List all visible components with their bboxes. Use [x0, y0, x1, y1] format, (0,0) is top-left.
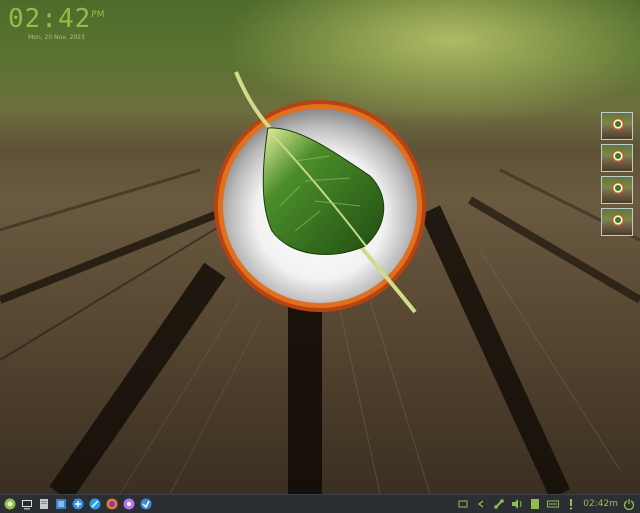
workspace-3[interactable] — [601, 176, 633, 204]
volume-icon[interactable] — [510, 497, 524, 511]
text-editor-icon[interactable] — [54, 497, 68, 511]
web-browser-icon[interactable] — [88, 497, 102, 511]
app-menu-icon[interactable] — [3, 497, 17, 511]
taskbar: 02:42m — [0, 494, 640, 513]
terminal-icon[interactable] — [20, 497, 34, 511]
file-manager-icon[interactable] — [37, 497, 51, 511]
system-tray: 02:42m — [452, 495, 636, 513]
window-list-icon[interactable] — [456, 497, 470, 511]
keyboard-icon[interactable] — [546, 497, 560, 511]
workspace-2[interactable] — [601, 144, 633, 172]
settings-icon[interactable] — [71, 497, 85, 511]
workspace-4[interactable] — [601, 208, 633, 236]
media-player-icon[interactable] — [122, 497, 136, 511]
workspace-switcher — [601, 112, 635, 240]
distro-logo — [210, 66, 440, 320]
clock-time: 02:42 — [8, 4, 92, 34]
tray-clock[interactable]: 02:42m — [583, 499, 618, 509]
firefox-icon[interactable] — [105, 497, 119, 511]
network-icon[interactable] — [492, 497, 506, 511]
clock-ampm: PM — [91, 10, 105, 20]
clipboard-icon[interactable] — [528, 497, 542, 511]
power-icon[interactable] — [622, 497, 636, 511]
clock-date: Mon, 20 Nov, 2023 — [28, 34, 85, 41]
collapse-arrow-icon[interactable] — [474, 497, 488, 511]
update-notifier-icon[interactable] — [564, 497, 578, 511]
workspace-1[interactable] — [601, 112, 633, 140]
software-center-icon[interactable] — [139, 497, 153, 511]
desktop-clock-widget: 02:42PM Mon, 20 Nov, 2023 — [8, 4, 104, 42]
